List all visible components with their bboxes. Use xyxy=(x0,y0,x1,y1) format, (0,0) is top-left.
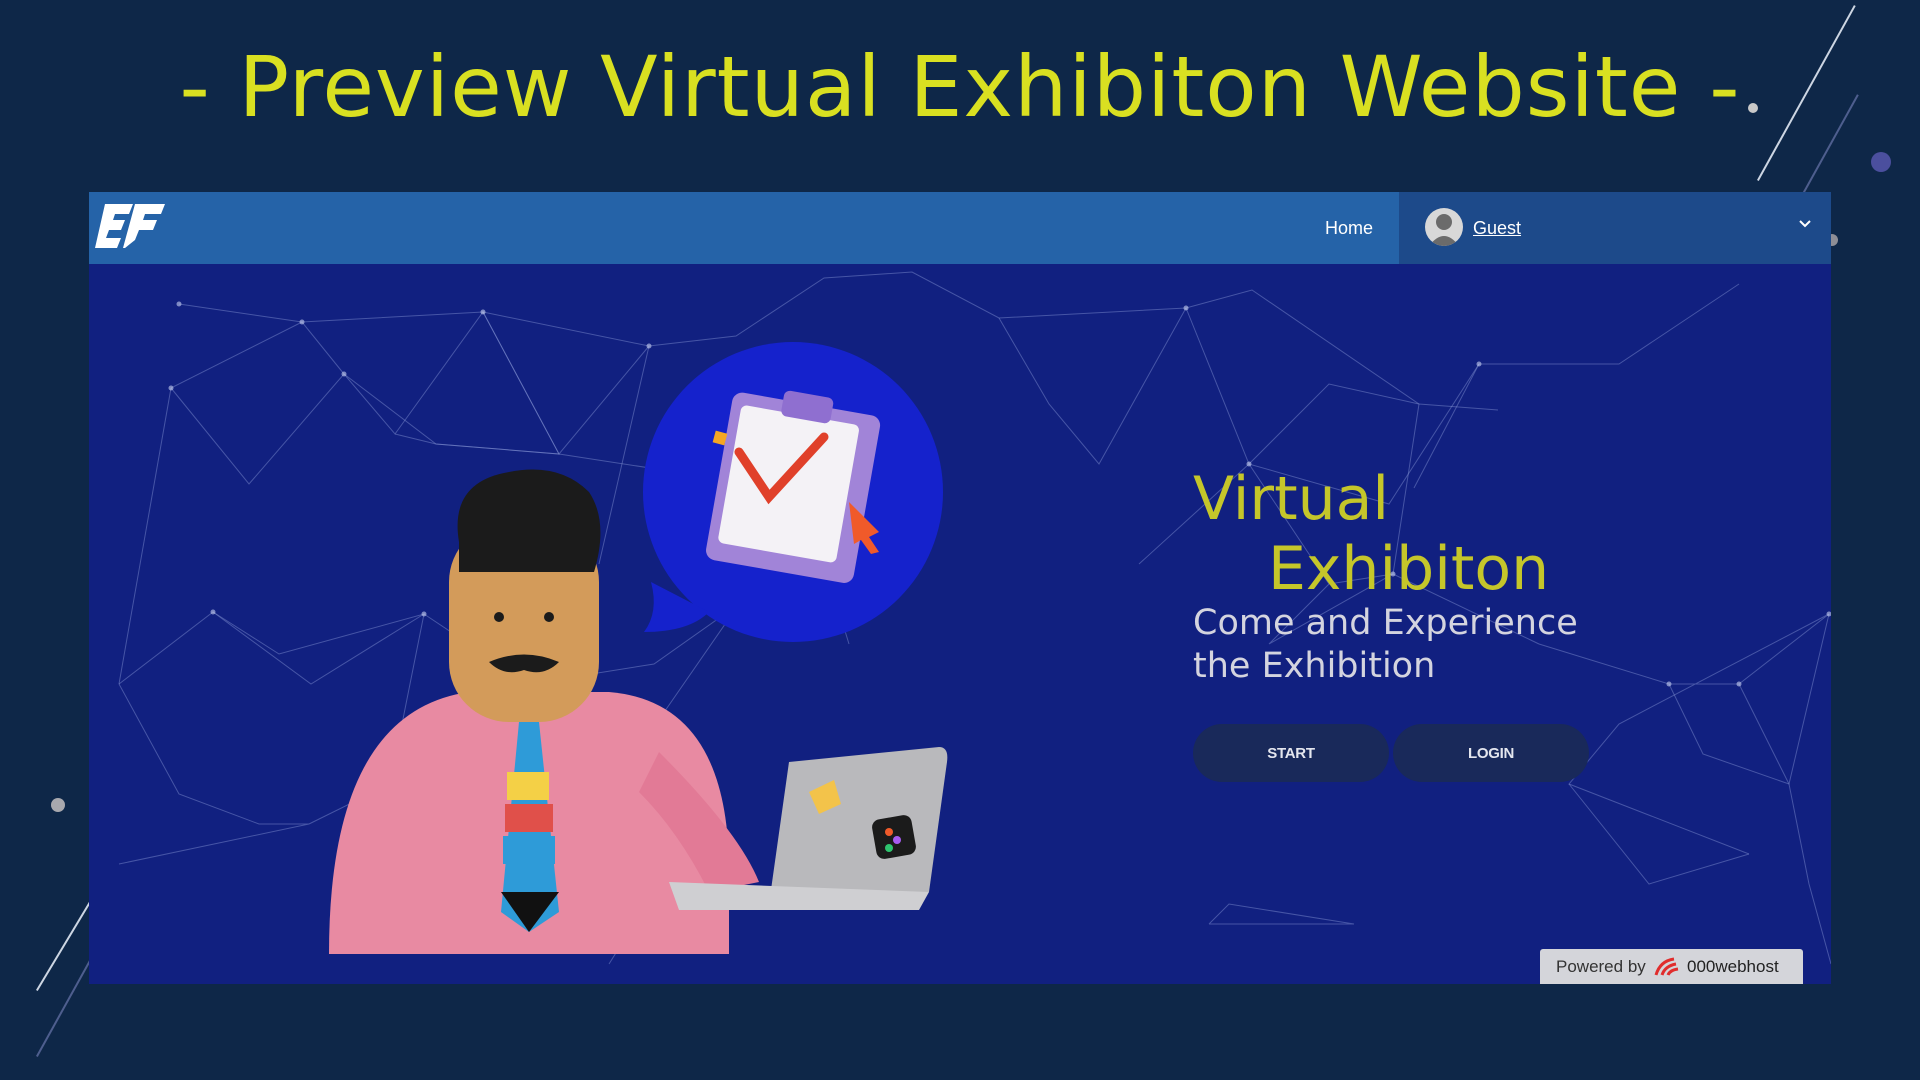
navbar: Home Guest xyxy=(89,192,1831,264)
hero-title-line2: Exhibiton xyxy=(1268,534,1550,604)
website-preview: Home Guest Virtual Exhibiton Come and Ex… xyxy=(89,192,1831,984)
powered-by-brand: 000webhost xyxy=(1687,957,1779,976)
decor-dot xyxy=(1871,152,1891,172)
decor-dot xyxy=(51,798,65,812)
slide-title: - Preview Virtual Exhibiton Website - xyxy=(179,38,1741,136)
webhost-logo-icon xyxy=(1654,957,1679,976)
hero-subtitle: Come and Experience the Exhibition xyxy=(1193,603,1578,686)
user-menu[interactable]: Guest xyxy=(1399,192,1831,264)
login-button[interactable]: LOGIN xyxy=(1393,724,1589,782)
decor-dot xyxy=(1748,103,1758,113)
powered-by-text: Powered by xyxy=(1556,957,1646,976)
character-illustration xyxy=(329,342,948,954)
start-button[interactable]: START xyxy=(1193,724,1389,782)
chevron-down-icon[interactable] xyxy=(1797,216,1813,232)
hero-title: Virtual Exhibiton xyxy=(1193,464,1549,604)
powered-by-badge[interactable]: Powered by 000webhost xyxy=(1540,949,1803,984)
user-avatar-icon[interactable] xyxy=(1425,208,1463,246)
nav-home-link[interactable]: Home xyxy=(1325,192,1373,264)
site-logo[interactable] xyxy=(95,198,167,254)
speech-bubble xyxy=(643,342,943,642)
hero-title-line1: Virtual xyxy=(1193,464,1390,534)
user-name-link[interactable]: Guest xyxy=(1473,192,1521,264)
